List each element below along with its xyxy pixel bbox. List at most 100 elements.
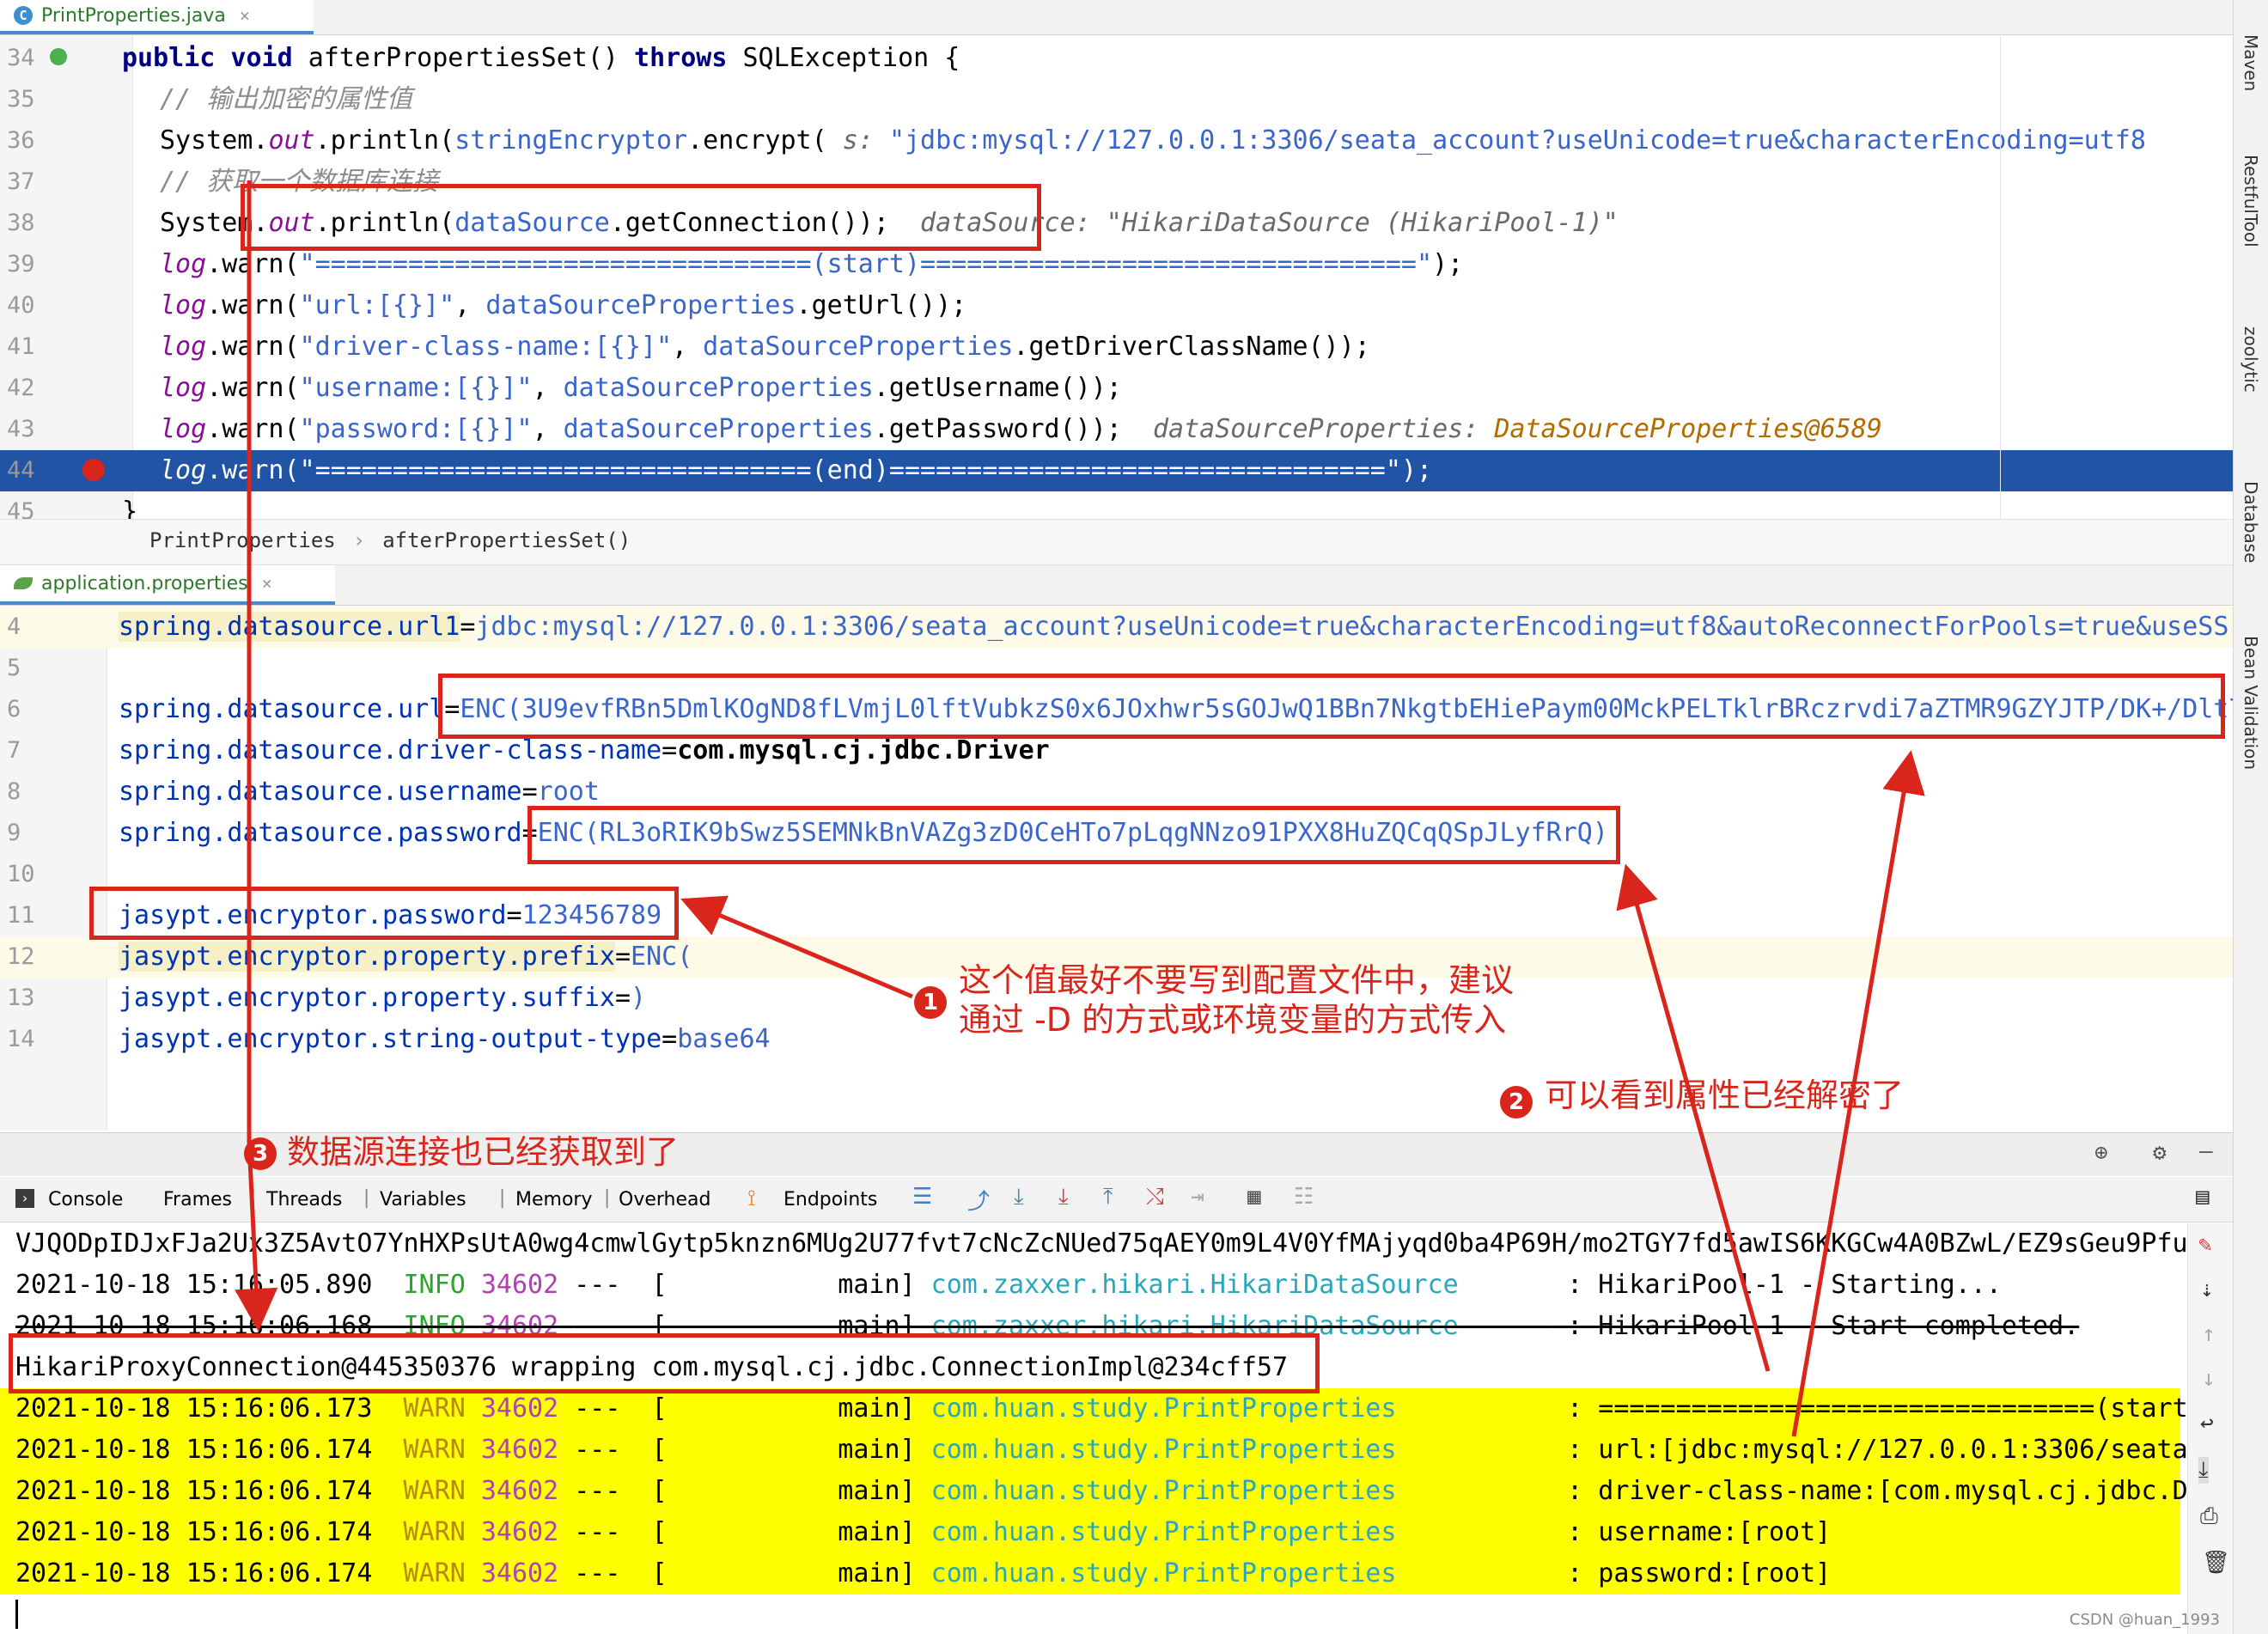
run-to-cursor-icon[interactable]: ⇥ <box>1191 1184 1204 1210</box>
log-token: VJQODpIDJxFJa2Ux3Z5AvtO7YnHXPsUtA0wg4cmw… <box>15 1229 2188 1259</box>
tab-threads[interactable]: Threads <box>266 1189 342 1210</box>
property-key: spring.datasource.driver-class-name <box>119 735 662 765</box>
property-value: ) <box>631 983 647 1013</box>
layout-icon[interactable]: ▤ <box>2196 1184 2210 1210</box>
annotation-note-3: 数据源连接也已经获取到了 <box>287 1133 680 1171</box>
log-token: 2021-10-18 15:16:05.890 <box>15 1270 373 1300</box>
log-token: INFO <box>403 1270 466 1300</box>
code-token: , <box>454 290 486 320</box>
code-token: log <box>160 290 207 320</box>
code-line: 34 public void afterPropertiesSet() throw… <box>0 38 2234 79</box>
target-icon[interactable]: ⊕ <box>2094 1140 2108 1166</box>
code-token: "jdbc:mysql://127.0.0.1:3306/seata_accou… <box>888 125 2146 155</box>
annotation-number-1: 1 <box>914 986 947 1019</box>
tool-database[interactable]: Database <box>2241 481 2261 563</box>
show-execution-point-icon[interactable]: ⤴ <box>967 1184 990 1216</box>
code-line: 40 log.warn("url:[{}]", dataSourcePropert… <box>0 285 2234 326</box>
annotation-note-1: 这个值最好不要写到配置文件中，建议 通过 -D 的方式或环境变量的方式传入 <box>959 961 1515 1039</box>
code-token: } <box>122 497 138 519</box>
log-token: com.huan.study.PrintProperties <box>930 1476 1490 1506</box>
drop-frame-icon[interactable]: ⤭ <box>1146 1184 1164 1210</box>
code-token: afterPropertiesSet() <box>308 43 635 73</box>
code-text: } <box>122 491 137 519</box>
log-token: --- [ main] <box>574 1393 916 1424</box>
log-token: 2021-10-18 15:16:06.174 <box>15 1517 373 1547</box>
clear-icon[interactable]: ✎ <box>2198 1232 2212 1258</box>
gear-icon[interactable]: ⚙ <box>2153 1140 2167 1166</box>
tool-maven[interactable]: Maven <box>2241 34 2261 91</box>
properties-file-icon <box>14 577 33 589</box>
java-editor[interactable]: 34 public void afterPropertiesSet() throw… <box>0 38 2234 519</box>
line-number: 40 <box>7 292 35 319</box>
tab-console[interactable]: Console <box>48 1189 123 1210</box>
up-icon[interactable]: ↑ <box>2202 1321 2216 1347</box>
log-token: com.huan.study.PrintProperties <box>930 1558 1490 1588</box>
code-token: System. <box>160 125 269 155</box>
property-equals: = <box>662 1024 678 1054</box>
code-token: log <box>160 455 207 485</box>
scroll-to-end-icon[interactable]: ⤓ <box>2198 1457 2209 1484</box>
tab-variables[interactable]: Variables <box>380 1189 466 1210</box>
line-number: 8 <box>7 778 21 805</box>
line-number: 44 <box>7 457 35 484</box>
code-text: log.warn("url:[{}]", dataSourcePropertie… <box>160 285 966 326</box>
override-icon[interactable] <box>50 48 67 65</box>
console-icon: › <box>15 1189 34 1208</box>
property-key: spring.datasource.username <box>119 777 522 807</box>
trash-icon[interactable]: 🗑 <box>2202 1550 2230 1576</box>
down-icon[interactable]: ↓ <box>2202 1366 2216 1392</box>
tab-application-properties[interactable]: application.properties × <box>0 565 335 605</box>
soft-wrap-icon[interactable]: ↩ <box>2200 1411 2214 1436</box>
trace-icon[interactable]: ☷ <box>1294 1184 1314 1210</box>
code-token: "================================(start)… <box>299 249 1433 279</box>
menu-icon[interactable]: ☰ <box>912 1184 932 1210</box>
warn-log-line: 2021-10-18 15:16:06.174 WARN 34602 --- [… <box>0 1512 2180 1553</box>
log-token: 2021-10-18 15:16:06.174 <box>15 1558 373 1588</box>
tab-endpoints[interactable]: Endpoints <box>783 1189 877 1210</box>
property-value: ENC( <box>631 942 693 972</box>
breakpoint-icon[interactable] <box>82 459 105 481</box>
code-token: throws <box>634 43 743 73</box>
log-line: 2021-10-18 15:16:05.890 INFO 34602 --- [… <box>0 1265 2180 1306</box>
step-into-icon[interactable]: ⤓ <box>1058 1184 1069 1210</box>
step-over-icon[interactable]: ⤓ <box>1014 1184 1024 1210</box>
right-tool-strip: Maven RestfulTool zoolytic Database Bean… <box>2233 0 2268 1634</box>
minimize-icon[interactable]: — <box>2199 1138 2213 1164</box>
code-token: .getUsername()); <box>873 373 1122 403</box>
log-token: com.zaxxer.hikari.HikariDataSource <box>930 1270 1552 1300</box>
line-number: 5 <box>7 655 21 681</box>
code-token: out <box>268 125 315 155</box>
line-number: 41 <box>7 333 35 360</box>
tool-bean-validation[interactable]: Bean Validation <box>2241 636 2261 770</box>
code-token: .warn( <box>206 455 300 485</box>
warn-log-line: 2021-10-18 15:16:06.173 WARN 34602 --- [… <box>0 1388 2188 1430</box>
property-value: base64 <box>677 1024 771 1054</box>
console-output[interactable]: VJQODpIDJxFJa2Ux3Z5AvtO7YnHXPsUtA0wg4cmw… <box>0 1223 2196 1634</box>
step-out-icon[interactable]: ⤒ <box>1103 1184 1113 1210</box>
close-icon[interactable]: × <box>240 5 250 26</box>
code-token: "================================(end)==… <box>299 455 1401 485</box>
print-icon[interactable]: ⎙ <box>2200 1503 2218 1530</box>
log-token: : HikariPool-1 - Start completed. <box>1552 1311 2080 1341</box>
tab-frames[interactable]: Frames <box>163 1189 232 1210</box>
tool-restfultool[interactable]: RestfulTool <box>2241 155 2261 247</box>
breadcrumb-bar: PrintProperties › afterPropertiesSet() <box>0 519 2234 565</box>
code-token: log <box>160 414 207 444</box>
line-number: 11 <box>7 902 35 929</box>
evaluate-icon[interactable]: ▦ <box>1247 1184 1261 1210</box>
tool-zoolytic[interactable]: zoolytic <box>2241 326 2261 393</box>
warn-log-line: 2021-10-18 15:16:06.174 WARN 34602 --- [… <box>0 1430 2196 1471</box>
close-icon[interactable]: × <box>262 573 272 594</box>
tab-overhead[interactable]: Overhead <box>619 1189 710 1210</box>
tab-memory[interactable]: Memory <box>515 1189 592 1210</box>
sort-icon[interactable]: ⇣ <box>2200 1277 2214 1302</box>
code-token: s: <box>842 125 889 155</box>
breadcrumb-class[interactable]: PrintProperties <box>149 528 336 552</box>
code-line: 36 System.out.println(stringEncryptor.enc… <box>0 120 2234 162</box>
code-token: "driver-class-name:[{}]" <box>299 332 673 362</box>
tab-printproperties[interactable]: C PrintProperties.java × <box>0 0 314 34</box>
breadcrumb-method[interactable]: afterPropertiesSet() <box>382 528 631 552</box>
log-token: 2021-10-18 15:16:06.174 <box>15 1476 373 1506</box>
line-number: 9 <box>7 820 21 846</box>
watermark: CSDN @huan_1993 <box>2069 1611 2220 1629</box>
